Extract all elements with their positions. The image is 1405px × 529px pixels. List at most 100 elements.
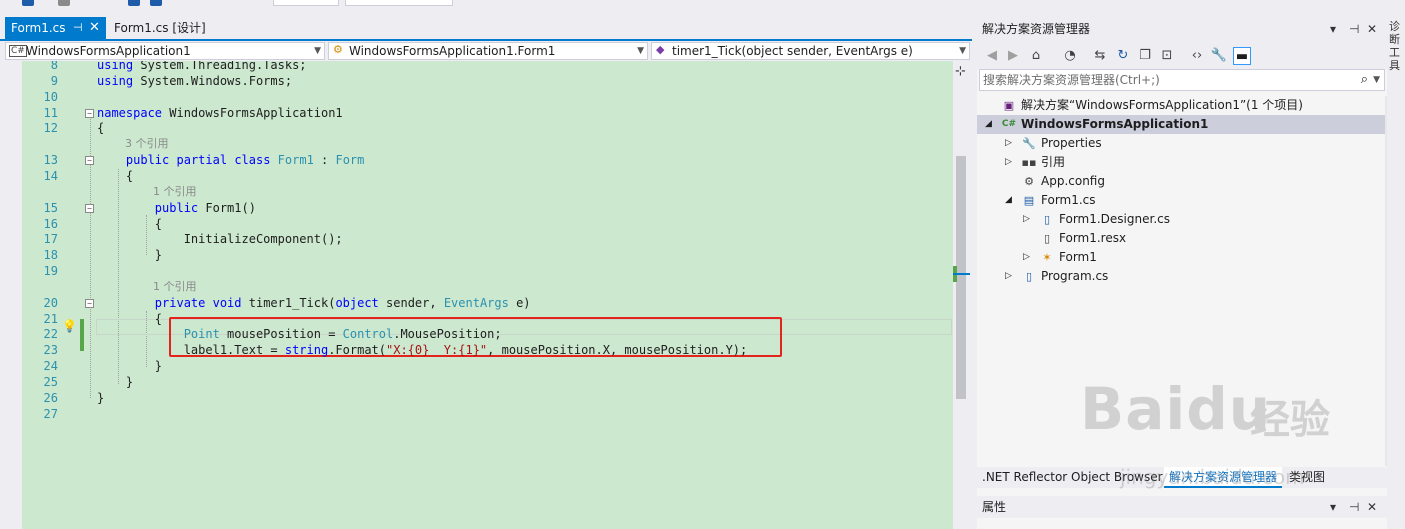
code-text: using System.Threading.Tasks; bbox=[97, 61, 307, 72]
diagnostic-tools-tab[interactable]: 诊断工具 bbox=[1389, 20, 1403, 72]
collapse-icon[interactable]: − bbox=[85, 298, 94, 308]
project-combo[interactable]: C# WindowsFormsApplication1 ▼ bbox=[5, 42, 325, 60]
collapse-icon[interactable]: − bbox=[85, 203, 94, 213]
solution-tree: ▣ 解决方案“WindowsFormsApplication1”(1 个项目) ◢ C… bbox=[977, 96, 1385, 466]
line-number: 26 bbox=[43, 390, 58, 405]
document-tabs: Form1.cs ⊣ ✕ Form1.cs [设计] bbox=[0, 17, 972, 39]
scrollbar-thumb[interactable] bbox=[956, 156, 966, 399]
expander-icon[interactable]: ▷ bbox=[1005, 267, 1017, 286]
tree-item[interactable]: ▷ ✶ Form1 bbox=[1023, 248, 1385, 267]
pin-icon[interactable]: ⊣ bbox=[73, 17, 83, 39]
properties-panel: 属性 ▾ ⊣ ✕ bbox=[977, 496, 1387, 529]
form-icon: ▤ bbox=[1023, 194, 1035, 207]
line-number: 13 bbox=[43, 153, 58, 168]
solution-explorer-panel: 解决方案资源管理器 ▾ ⊣ ✕ ◀ ▶ ⌂ ◔ ⇆ ↻ ❐ ⊡ ‹› 🔧 ▬ 搜… bbox=[977, 17, 1387, 529]
tab-class-view[interactable]: 类视图 bbox=[1284, 467, 1330, 488]
collapse-icon[interactable]: − bbox=[85, 156, 94, 166]
code-line: 12 { bbox=[22, 120, 953, 136]
class-combo[interactable]: ⚙ WindowsFormsApplication1.Form1 ▼ bbox=[328, 42, 648, 60]
save-all-icon[interactable] bbox=[150, 0, 162, 6]
back-icon[interactable]: ◀ bbox=[983, 47, 1001, 65]
wrench-icon: 🔧 bbox=[1022, 137, 1036, 150]
code-text: InitializeComponent(); bbox=[97, 232, 343, 247]
member-combo[interactable]: ◆ timer1_Tick(object sender, EventArgs e… bbox=[651, 42, 970, 60]
line-number: 24 bbox=[43, 359, 58, 374]
tree-item[interactable]: ⚙ App.config bbox=[1005, 172, 1385, 191]
tab-form1-cs[interactable]: Form1.cs ⊣ ✕ bbox=[5, 17, 106, 39]
chevron-down-icon[interactable]: ▼ bbox=[1373, 70, 1380, 90]
code-text: { bbox=[97, 121, 105, 136]
view-code-icon[interactable]: ‹› bbox=[1188, 47, 1206, 65]
show-all-files-icon[interactable]: ⊡ bbox=[1158, 47, 1176, 65]
tab-label: Form1.cs [设计] bbox=[114, 21, 206, 35]
expander-icon[interactable]: ▷ bbox=[1005, 153, 1017, 172]
tree-item[interactable]: ◢ ▤ Form1.cs bbox=[1005, 191, 1385, 210]
line-number: 27 bbox=[43, 406, 58, 421]
close-icon[interactable]: ✕ bbox=[1367, 496, 1377, 518]
solution-icon: ▣ bbox=[1003, 99, 1015, 112]
pin-icon[interactable]: ⊣ bbox=[1349, 17, 1359, 42]
expander-icon[interactable]: ▷ bbox=[1023, 248, 1035, 267]
sync-icon[interactable]: ⇆ bbox=[1091, 47, 1109, 65]
expander-icon[interactable]: ◢ bbox=[985, 115, 997, 134]
line-number: 11 bbox=[43, 105, 58, 120]
forward-icon[interactable]: ▶ bbox=[1004, 47, 1022, 65]
save-icon[interactable] bbox=[128, 0, 140, 6]
class-icon: ✶ bbox=[1042, 251, 1052, 264]
ide-window: Form1.cs ⊣ ✕ Form1.cs [设计] C# WindowsFor… bbox=[0, 0, 1405, 529]
code-text: private void timer1_Tick(object sender, … bbox=[154, 295, 531, 310]
tree-item[interactable]: ▯ Form1.resx bbox=[1023, 229, 1385, 248]
dropdown-icon[interactable]: ▾ bbox=[1330, 17, 1336, 42]
configuration-combo[interactable] bbox=[273, 0, 339, 6]
pending-changes-icon[interactable]: ◔ bbox=[1061, 47, 1079, 65]
code-area[interactable]: 💡 8 using System.Threading.Tasks; 9 using S… bbox=[22, 61, 953, 529]
tree-item-label: Form1.Designer.cs bbox=[1059, 212, 1170, 226]
reference-count[interactable]: 3 个引用 bbox=[125, 136, 169, 152]
line-number: 9 bbox=[50, 73, 58, 88]
tree-item-label: 解决方案“WindowsFormsApplication1”(1 个项目) bbox=[1021, 98, 1303, 112]
pin-icon[interactable]: ⊣ bbox=[1349, 496, 1359, 518]
tree-item-label: Form1.resx bbox=[1059, 231, 1127, 245]
collapse-all-icon[interactable]: ❐ bbox=[1136, 47, 1154, 65]
cs-file-icon: ▯ bbox=[1025, 270, 1033, 283]
tab-form1-designer[interactable]: Form1.cs [设计] bbox=[108, 17, 212, 39]
expander-icon[interactable]: ▷ bbox=[1005, 134, 1017, 153]
tree-item[interactable]: ▷ ▪▪ 引用 bbox=[1005, 153, 1385, 172]
platform-combo[interactable] bbox=[345, 0, 453, 6]
dropdown-icon[interactable]: ▾ bbox=[1330, 496, 1336, 518]
forward-icon[interactable] bbox=[58, 0, 70, 6]
close-icon[interactable]: ✕ bbox=[1367, 17, 1377, 42]
home-icon[interactable]: ⌂ bbox=[1027, 47, 1045, 65]
split-editor-icon[interactable]: ⊹ bbox=[955, 64, 966, 79]
code-line: 27 bbox=[22, 406, 953, 422]
line-number: 16 bbox=[43, 216, 58, 231]
collapse-icon[interactable]: − bbox=[85, 108, 94, 118]
expander-icon[interactable]: ▷ bbox=[1023, 210, 1035, 229]
tree-item[interactable]: ◢ C# WindowsFormsApplication1 bbox=[977, 115, 1385, 134]
class-icon: ⚙ bbox=[333, 43, 343, 56]
tree-item[interactable]: ▷ ▯ Form1.Designer.cs bbox=[1023, 210, 1385, 229]
line-number: 15 bbox=[43, 200, 58, 215]
search-icon[interactable]: ⌕ bbox=[1361, 70, 1368, 90]
reference-count[interactable]: 1 个引用 bbox=[153, 184, 197, 200]
vertical-scrollbar[interactable]: ⊹ bbox=[953, 61, 970, 529]
tree-item[interactable]: ▣ 解决方案“WindowsFormsApplication1”(1 个项目) bbox=[985, 96, 1385, 115]
code-text: { bbox=[97, 311, 163, 326]
project-combo-value: WindowsFormsApplication1 bbox=[26, 44, 191, 58]
code-text: { bbox=[97, 168, 134, 183]
tab-solution-explorer[interactable]: 解决方案资源管理器 bbox=[1164, 467, 1283, 488]
tree-item[interactable]: ▷ 🔧 Properties bbox=[1005, 134, 1385, 153]
expander-icon[interactable]: ◢ bbox=[1005, 191, 1017, 210]
refresh-icon[interactable]: ↻ bbox=[1114, 47, 1132, 65]
tab-reflector-object-browser[interactable]: .NET Reflector Object Browser bbox=[977, 467, 1168, 488]
config-file-icon: ⚙ bbox=[1024, 175, 1034, 188]
close-icon[interactable]: ✕ bbox=[89, 17, 100, 39]
panel-title: 解决方案资源管理器 bbox=[982, 22, 1091, 36]
tree-item-label: 引用 bbox=[1041, 155, 1066, 169]
reference-count[interactable]: 1 个引用 bbox=[153, 279, 197, 295]
properties-wrench-icon[interactable]: 🔧 bbox=[1210, 47, 1228, 65]
preview-selected-icon[interactable]: ▬ bbox=[1233, 47, 1251, 65]
tree-item[interactable]: ▷ ▯ Program.cs bbox=[1005, 267, 1385, 286]
back-icon[interactable] bbox=[22, 0, 34, 6]
solution-search-input[interactable]: 搜索解决方案资源管理器(Ctrl+;) ⌕ ▼ bbox=[979, 69, 1385, 91]
